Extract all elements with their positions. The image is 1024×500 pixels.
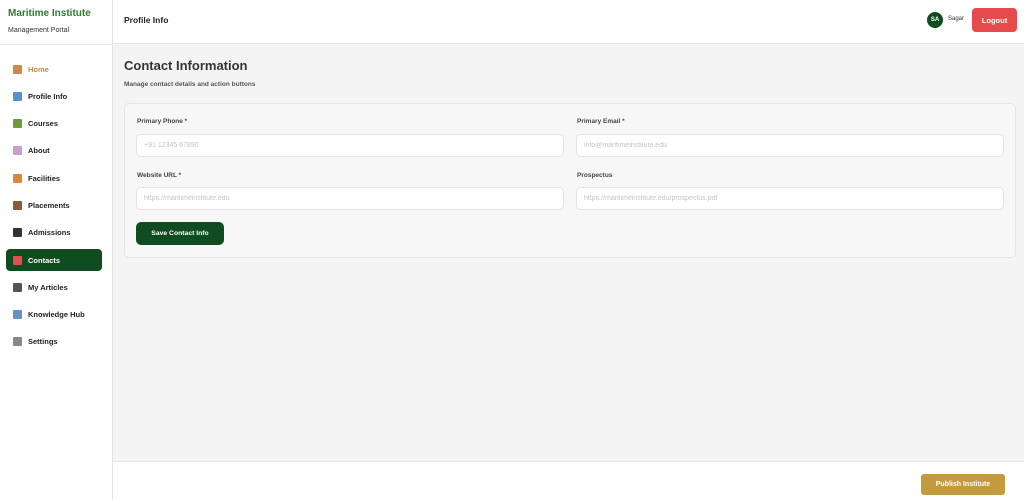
sidebar-item-home[interactable]: Home (6, 58, 102, 80)
briefcase-icon (13, 200, 22, 210)
avatar[interactable]: SA (927, 12, 943, 28)
page-title: Contact Information (124, 58, 248, 73)
primary-email-input[interactable] (576, 134, 1004, 157)
sidebar-item-label: Contacts (28, 255, 61, 265)
sidebar-item-label: Courses (28, 119, 59, 129)
sidebar-item-admissions[interactable]: Admissions (6, 222, 102, 244)
sidebar: Maritime Institute Management Portal Hom… (0, 0, 113, 500)
website-url-label: Website URL * (137, 172, 182, 179)
logout-button[interactable]: Logout (972, 8, 1017, 32)
primary-phone-label: Primary Phone * (137, 118, 188, 125)
house-icon (13, 64, 22, 74)
user-name: Sagar (948, 16, 965, 22)
primary-phone-input[interactable] (136, 134, 564, 157)
contact-form-card: Primary Phone * Primary Email * Website … (124, 103, 1016, 258)
prospectus-input[interactable] (576, 187, 1004, 210)
book-icon (13, 310, 22, 320)
website-url-input[interactable] (136, 187, 564, 210)
sidebar-item-placements[interactable]: Placements (6, 194, 102, 216)
sidebar-item-label: Profile Info (28, 91, 68, 101)
sidebar-item-label: My Articles (28, 282, 68, 292)
sidebar-item-label: Placements (28, 200, 70, 210)
topbar: Profile Info SA Sagar Logout (113, 0, 1024, 44)
sidebar-item-settings[interactable]: Settings (6, 331, 102, 353)
sidebar-item-knowledge-hub[interactable]: Knowledge Hub (6, 304, 102, 326)
topbar-title: Profile Info (124, 15, 169, 25)
brand-subtitle: Management Portal (8, 27, 70, 34)
publish-institute-button[interactable]: Publish Institute (921, 474, 1005, 495)
sidebar-item-label: Knowledge Hub (28, 310, 85, 320)
primary-email-label: Primary Email * (577, 118, 625, 125)
sidebar-item-courses[interactable]: Courses (6, 113, 102, 135)
books-icon (13, 119, 22, 129)
sidebar-item-my-articles[interactable]: My Articles (6, 276, 102, 298)
sidebar-nav: Home Profile Info Courses About Faciliti… (0, 45, 112, 353)
main-content: Contact Information Manage contact detai… (113, 45, 1024, 459)
sidebar-item-label: Settings (28, 337, 58, 347)
document-icon (13, 282, 22, 292)
sidebar-item-profile-info[interactable]: Profile Info (6, 85, 102, 107)
sidebar-item-label: Home (28, 64, 49, 74)
sidebar-item-about[interactable]: About (6, 140, 102, 162)
sidebar-item-label: Admissions (28, 228, 71, 238)
facility-icon (13, 173, 22, 183)
info-icon (13, 146, 22, 156)
sidebar-item-label: About (28, 146, 50, 156)
sidebar-item-contacts[interactable]: Contacts (6, 249, 102, 272)
brand: Maritime Institute Management Portal (0, 0, 112, 45)
save-contact-info-button[interactable]: Save Contact Info (136, 222, 224, 245)
phone-icon (13, 255, 22, 265)
graduation-cap-icon (13, 228, 22, 238)
gear-icon (13, 337, 22, 347)
brand-title: Maritime Institute (8, 8, 91, 19)
prospectus-label: Prospectus (577, 172, 613, 179)
sidebar-item-label: Facilities (28, 173, 61, 183)
page-subtitle: Manage contact details and action button… (124, 81, 256, 88)
sidebar-item-facilities[interactable]: Facilities (6, 167, 102, 189)
footer-bar: Publish Institute (113, 461, 1024, 500)
building-icon (13, 91, 22, 101)
